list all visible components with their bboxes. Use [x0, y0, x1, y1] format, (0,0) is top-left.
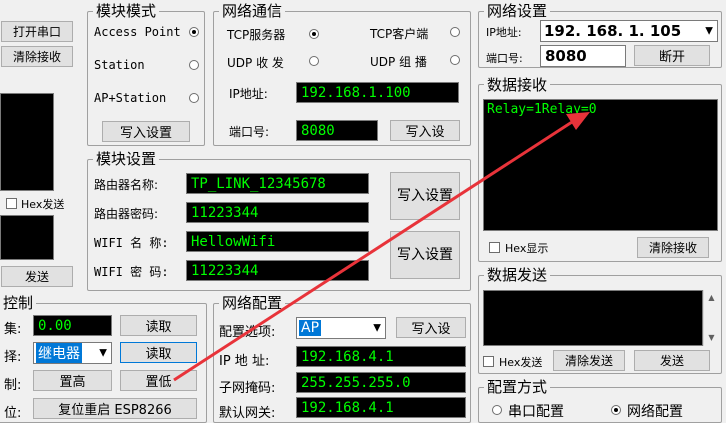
receive-content: Relay=1Relay=0 [487, 102, 597, 117]
write-router-button[interactable]: 写入设置 [390, 172, 460, 220]
station-label: Station [94, 58, 145, 72]
clear-send-button[interactable]: 清除发送 [553, 350, 625, 371]
comm-ip-field[interactable]: 192.168.1.100 [296, 82, 459, 103]
write-wifi-button[interactable]: 写入设置 [390, 231, 460, 279]
ap-station-radio[interactable] [189, 93, 199, 103]
router-pwd-label: 路由器密码: [94, 207, 159, 221]
settings-port-label: 端口号: [486, 52, 523, 65]
config-ip-field[interactable]: 192.168.4.1 [296, 346, 466, 367]
chevron-down-icon: ▼ [705, 25, 713, 37]
router-name-field[interactable]: TP_LINK_12345678 [186, 173, 369, 194]
tcp-client-radio[interactable] [450, 27, 460, 37]
device-select-combo[interactable]: 继电器 ▼ [33, 342, 112, 364]
hex-send-label: Hex发送 [499, 356, 543, 369]
config-mask-label: 子网掩码: [219, 381, 276, 396]
udp-send-label: UDP 收 发 [227, 56, 284, 70]
config-ip-label: IP 地 址: [219, 354, 270, 369]
reset-esp8266-button[interactable]: 复位重启 ESP8266 [33, 398, 197, 419]
collect-label: 集: [4, 322, 22, 337]
left-send-button[interactable]: 发送 [1, 266, 73, 287]
module-mode-write-button[interactable]: 写入设置 [102, 121, 190, 142]
settings-ip-combo[interactable]: 192. 168. 1. 105 ▼ [540, 20, 718, 42]
read-collect-button[interactable]: 读取 [120, 315, 197, 336]
tcp-server-radio[interactable] [309, 29, 319, 39]
serial-config-radio[interactable] [492, 405, 502, 415]
network-settings-title: 网络设置 [484, 3, 551, 19]
config-option-combo[interactable]: AP ▼ [296, 317, 386, 339]
chevron-down-icon: ▼ [373, 322, 381, 334]
udp-group-radio[interactable] [450, 55, 460, 65]
access-point-label: Access Point [94, 25, 181, 39]
station-radio[interactable] [189, 60, 199, 70]
config-option-label: 配置选项: [219, 325, 276, 340]
settings-ip-label: IP地址: [486, 26, 522, 39]
receive-text-area[interactable]: Relay=1Relay=0 [483, 99, 718, 231]
hex-display-label: Hex显示 [505, 242, 549, 255]
module-settings-title: 模块设置 [93, 151, 160, 167]
tcp-client-label: TCP客户端 [370, 27, 429, 41]
network-config-title: 网络配置 [219, 295, 286, 311]
data-send-title: 数据发送 [484, 267, 551, 283]
wifi-pwd-field[interactable]: 11223344 [186, 260, 369, 281]
control-title: 控制 [0, 295, 37, 311]
config-gw-label: 默认网关: [219, 406, 276, 421]
set-low-button[interactable]: 置低 [120, 370, 197, 391]
scroll-down-icon[interactable]: ▼ [704, 330, 719, 346]
settings-ip-value: 192. 168. 1. 105 [544, 22, 682, 40]
left-receive-area[interactable] [0, 93, 54, 191]
left-hex-send-checkbox[interactable] [6, 198, 17, 209]
wifi-pwd-label: WIFI 密 码: [94, 265, 169, 279]
left-hex-send-label: Hex发送 [21, 198, 65, 211]
ap-station-label: AP+Station [94, 91, 167, 105]
hex-send-checkbox[interactable] [483, 356, 494, 367]
network-config-label: 网络配置 [627, 404, 683, 420]
set-high-button[interactable]: 置高 [33, 370, 112, 391]
config-option-value: AP [299, 320, 322, 336]
wifi-name-label: WIFI 名 称: [94, 236, 169, 250]
network-config-radio[interactable] [611, 405, 621, 415]
read-select-button[interactable]: 读取 [120, 342, 197, 363]
serial-config-label: 串口配置 [508, 404, 564, 420]
select-label: 择: [4, 350, 22, 365]
access-point-radio[interactable] [189, 27, 199, 37]
send-scrollbar[interactable]: ▲ ▼ [703, 290, 719, 346]
tcp-server-label: TCP服务器 [227, 28, 286, 42]
open-port-button[interactable]: 打开串口 [1, 21, 73, 42]
network-comm-title: 网络通信 [219, 3, 286, 19]
reset-label: 位: [4, 406, 22, 421]
send-button[interactable]: 发送 [634, 350, 710, 371]
router-pwd-field[interactable]: 11223344 [186, 202, 369, 223]
clear-receive-right-button[interactable]: 清除接收 [637, 237, 709, 258]
left-send-area[interactable] [0, 215, 54, 260]
chevron-down-icon: ▼ [99, 347, 107, 359]
comm-write-button[interactable]: 写入设 [390, 120, 460, 141]
data-receive-title: 数据接收 [484, 77, 551, 93]
comm-port-label: 端口号: [229, 125, 270, 139]
comm-port-field[interactable]: 8080 [296, 120, 378, 141]
send-text-area[interactable] [483, 290, 703, 346]
wifi-name-field[interactable]: HellowWifi [186, 231, 369, 252]
disconnect-button[interactable]: 断开 [634, 45, 710, 66]
ctrl-label: 制: [4, 378, 22, 393]
comm-ip-label: IP地址: [229, 87, 268, 101]
config-mode-title: 配置方式 [484, 379, 551, 395]
config-write-button[interactable]: 写入设 [396, 317, 466, 338]
hex-display-checkbox[interactable] [489, 242, 500, 253]
config-mask-field[interactable]: 255.255.255.0 [296, 372, 466, 393]
collect-value-field[interactable]: 0.00 [33, 315, 112, 336]
module-mode-title: 模块模式 [93, 3, 160, 19]
settings-port-field[interactable]: 8080 [540, 45, 626, 67]
udp-send-radio[interactable] [309, 56, 319, 66]
clear-receive-button[interactable]: 清除接收 [1, 46, 73, 67]
router-name-label: 路由器名称: [94, 178, 159, 192]
udp-group-label: UDP 组 播 [370, 55, 427, 69]
scroll-up-icon[interactable]: ▲ [704, 290, 719, 306]
config-gw-field[interactable]: 192.168.4.1 [296, 397, 466, 418]
device-select-value: 继电器 [36, 343, 82, 363]
